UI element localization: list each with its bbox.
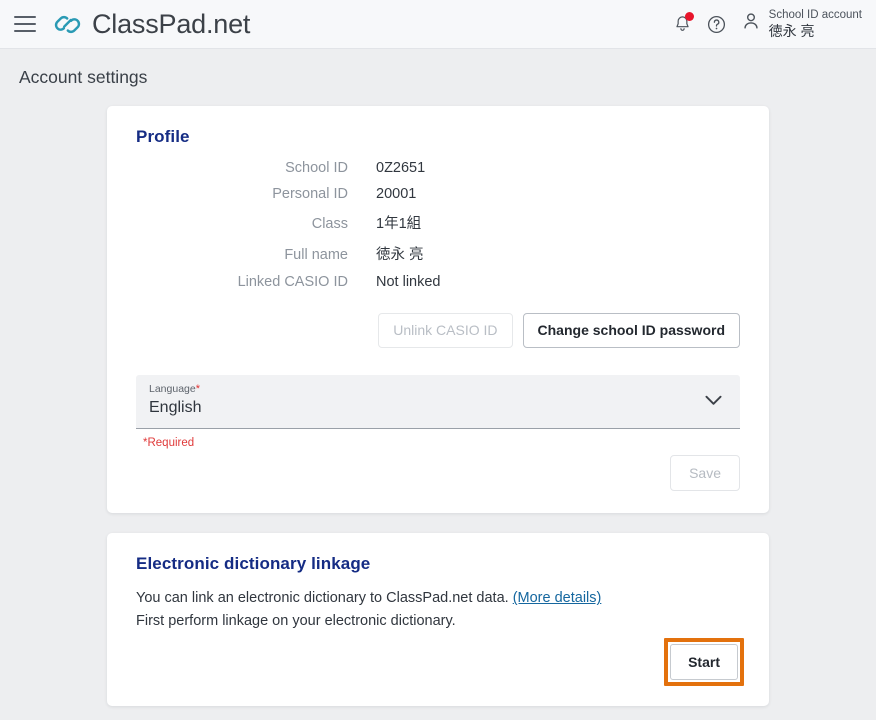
bell-icon[interactable] bbox=[666, 7, 700, 41]
language-select[interactable]: Language* English bbox=[136, 375, 740, 430]
field-value: Not linked bbox=[376, 274, 441, 290]
electronic-dictionary-linkage-card: Electronic dictionary linkage You can li… bbox=[107, 533, 769, 707]
profile-row-school-id: School ID 0Z2651 bbox=[107, 160, 769, 176]
field-label: Class bbox=[311, 216, 348, 232]
more-details-link[interactable]: (More details) bbox=[513, 590, 602, 606]
top-app-bar: ClassPad.net School ID account 徳永 亮 bbox=[0, 0, 876, 49]
language-label-text: Language bbox=[149, 383, 196, 396]
notification-dot bbox=[684, 12, 694, 21]
start-button-row: Start bbox=[107, 632, 769, 706]
field-label: School ID bbox=[285, 160, 348, 176]
topbar-actions: School ID account 徳永 亮 bbox=[666, 7, 862, 41]
field-label: Personal ID bbox=[272, 186, 348, 202]
profile-card: Profile School ID 0Z2651 Personal ID 200… bbox=[107, 106, 769, 514]
dictionary-description: You can link an electronic dictionary to… bbox=[107, 574, 769, 632]
person-icon bbox=[740, 10, 762, 37]
dictionary-description-line-2: First perform linkage on your electronic… bbox=[136, 612, 456, 629]
question-mark-circle-icon[interactable] bbox=[700, 7, 734, 41]
start-button[interactable]: Start bbox=[670, 644, 738, 681]
hamburger-menu-icon[interactable] bbox=[12, 11, 38, 37]
save-button[interactable]: Save bbox=[670, 455, 740, 492]
hamburger-line bbox=[14, 23, 36, 25]
main-content: Profile School ID 0Z2651 Personal ID 200… bbox=[0, 106, 876, 707]
unlink-casio-id-button[interactable]: Unlink CASIO ID bbox=[378, 313, 513, 349]
profile-row-personal-id: Personal ID 20001 bbox=[107, 186, 769, 202]
change-school-id-password-button[interactable]: Change school ID password bbox=[522, 313, 740, 349]
field-value: 0Z2651 bbox=[376, 160, 426, 176]
hamburger-line bbox=[14, 16, 36, 18]
dictionary-description-line-1: You can link an electronic dictionary to… bbox=[136, 587, 740, 609]
dictionary-line1-text: You can link an electronic dictionary to… bbox=[136, 590, 513, 607]
page-title: Account settings bbox=[19, 67, 148, 87]
profile-row-class: Class 1年1組 bbox=[107, 212, 769, 233]
required-asterisk: * bbox=[195, 383, 200, 396]
field-label: Linked CASIO ID bbox=[237, 274, 348, 290]
profile-row-linked-casio-id: Linked CASIO ID Not linked bbox=[107, 274, 769, 290]
profile-row-full-name: Full name 徳永 亮 bbox=[107, 243, 769, 264]
page-title-bar: Account settings bbox=[0, 49, 876, 106]
dictionary-card-title: Electronic dictionary linkage bbox=[136, 554, 371, 574]
account-info: School ID account 徳永 亮 bbox=[769, 9, 862, 39]
chain-link-logo-icon bbox=[52, 9, 83, 40]
account-user-name: 徳永 亮 bbox=[768, 22, 815, 39]
save-button-row: Save bbox=[107, 449, 769, 513]
required-note: *Required bbox=[143, 437, 195, 450]
language-select-label: Language* bbox=[149, 383, 726, 396]
start-button-highlight: Start bbox=[664, 638, 744, 687]
brand-home-link[interactable]: ClassPad.net bbox=[52, 9, 250, 40]
profile-field-list: School ID 0Z2651 Personal ID 20001 Class… bbox=[107, 160, 769, 290]
field-value: 徳永 亮 bbox=[376, 247, 424, 263]
profile-action-buttons: Unlink CASIO ID Change school ID passwor… bbox=[107, 300, 769, 349]
field-label: Full name bbox=[284, 247, 348, 263]
hamburger-line bbox=[14, 30, 36, 32]
account-type-label: School ID account bbox=[768, 8, 862, 21]
field-value: 20001 bbox=[376, 186, 417, 202]
language-field-wrapper: Language* English *Required bbox=[107, 348, 769, 449]
language-select-value: English bbox=[149, 398, 202, 416]
field-value: 1年1組 bbox=[376, 216, 422, 232]
chevron-down-icon bbox=[705, 393, 722, 411]
account-menu[interactable]: School ID account 徳永 亮 bbox=[740, 9, 862, 39]
brand-title: ClassPad.net bbox=[92, 8, 251, 39]
profile-card-title: Profile bbox=[136, 127, 190, 146]
